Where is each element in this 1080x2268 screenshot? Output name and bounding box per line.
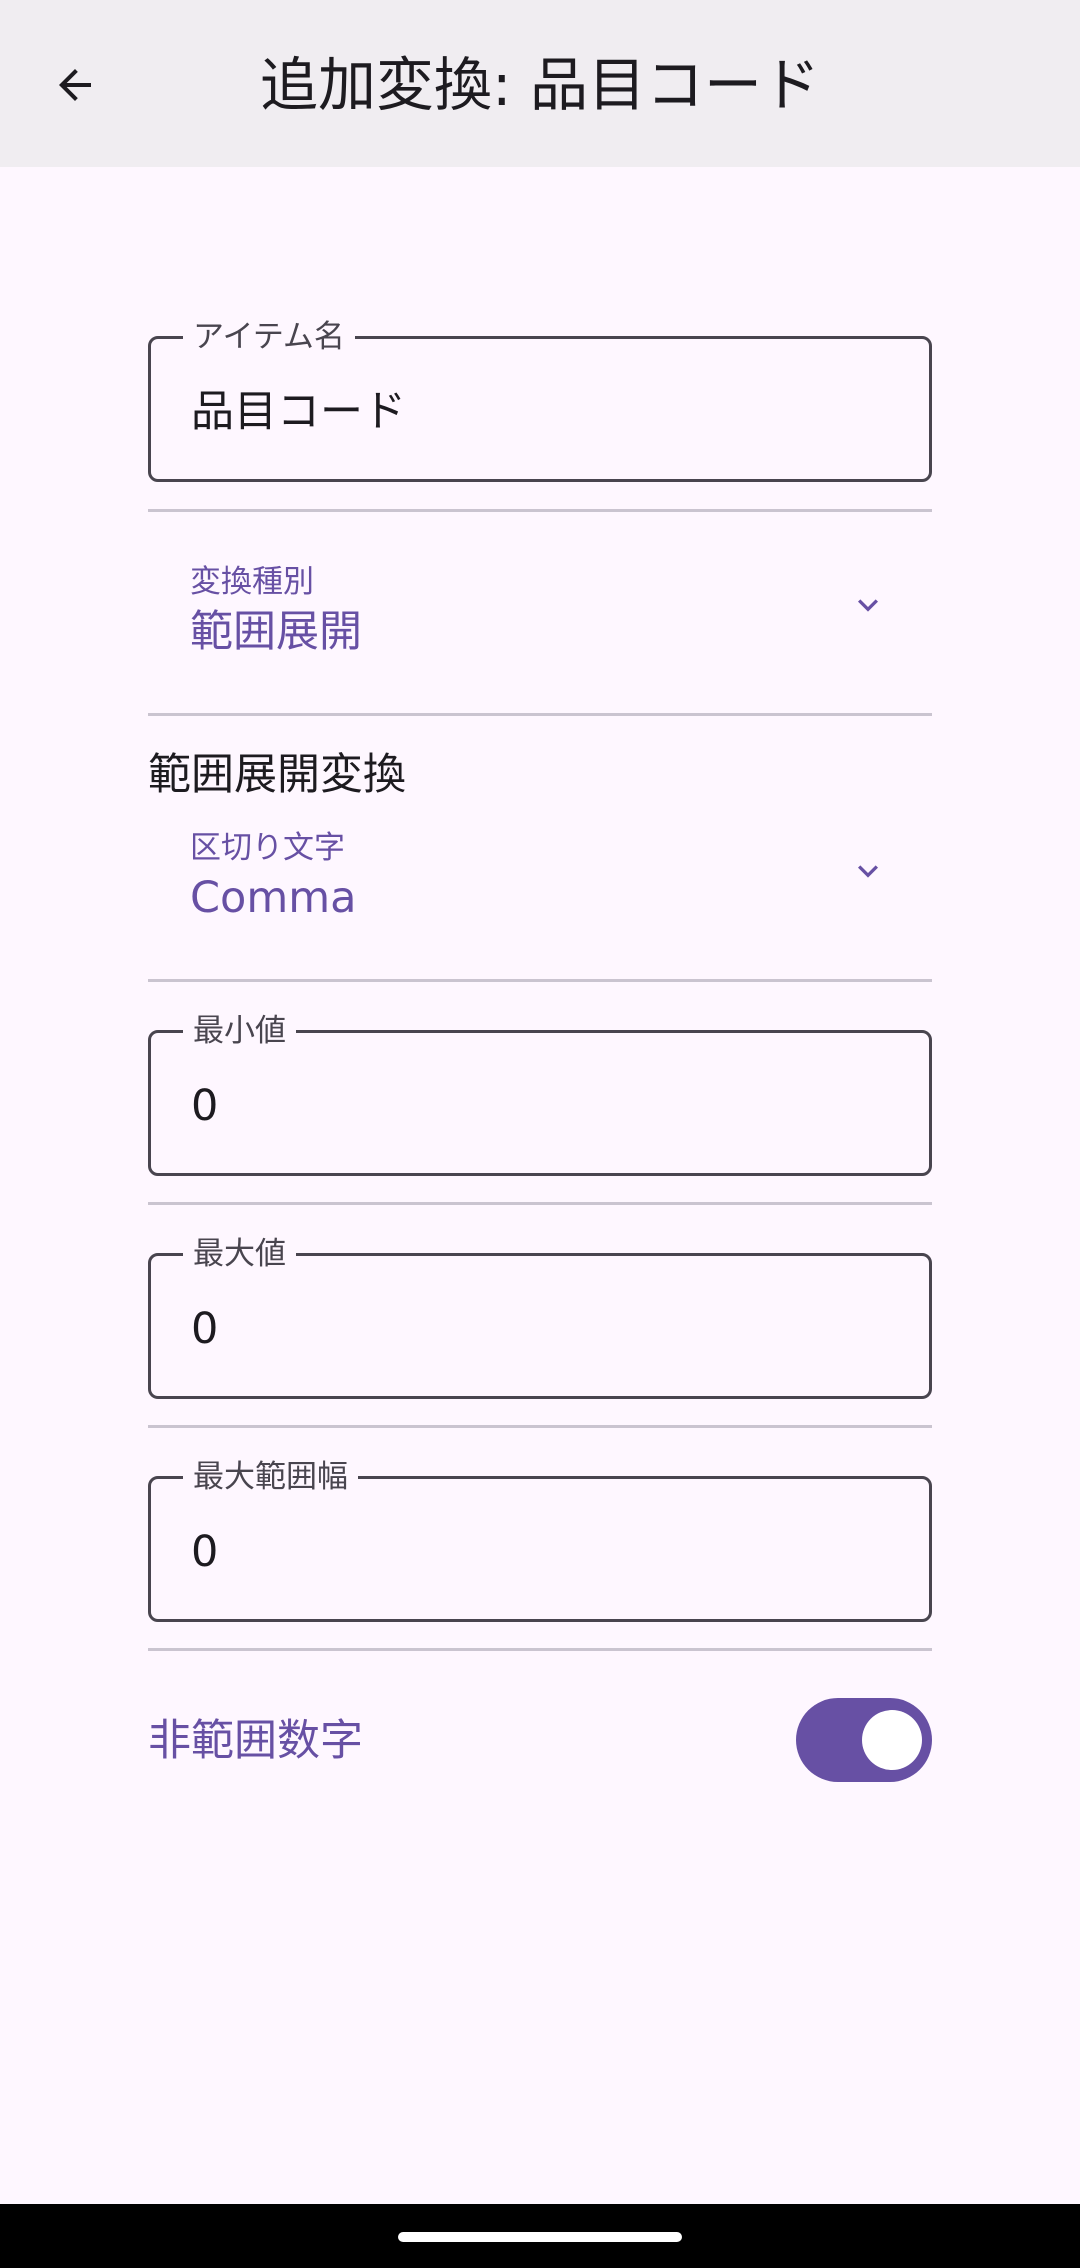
divider [148,1648,932,1651]
non-range-number-label: 非範囲数字 [148,1716,363,1766]
min-value-label: 最小値 [183,1013,296,1049]
divider [148,1202,932,1205]
min-value-field[interactable]: 最小値 0 [148,1013,932,1176]
conversion-type-label: 変換種別 [190,564,314,600]
conversion-type-dropdown[interactable]: 変換種別 範囲展開 [148,563,932,713]
non-range-number-switch[interactable] [796,1698,932,1782]
min-value-input[interactable]: 0 [191,1081,218,1131]
divider [148,979,932,982]
chevron-down-icon [858,865,878,878]
max-range-width-input[interactable]: 0 [191,1527,218,1577]
conversion-type-value: 範囲展開 [190,607,362,657]
divider [148,713,932,716]
top-app-bar: 追加変換: 品目コード [0,0,1080,167]
delimiter-dropdown[interactable]: 区切り文字 Comma [148,829,932,979]
max-range-width-field[interactable]: 最大範囲幅 0 [148,1459,932,1622]
max-range-width-label: 最大範囲幅 [183,1459,358,1495]
switch-thumb [862,1710,922,1770]
page-title: 追加変換: 品目コード [260,51,820,119]
divider [148,1425,932,1428]
max-value-label: 最大値 [183,1236,296,1272]
delimiter-label: 区切り文字 [190,830,345,866]
home-gesture-handle[interactable] [398,2232,682,2242]
max-value-input[interactable]: 0 [191,1304,218,1354]
item-name-value[interactable]: 品目コード [191,387,406,437]
item-name-label: アイテム名 [183,319,355,355]
range-section-title: 範囲展開変換 [148,750,406,800]
delimiter-value: Comma [190,873,357,923]
item-name-field[interactable]: アイテム名 品目コード [148,319,932,482]
max-value-field[interactable]: 最大値 0 [148,1236,932,1399]
system-navigation-bar [0,2204,1080,2268]
divider [148,509,932,512]
chevron-down-icon [858,599,878,612]
